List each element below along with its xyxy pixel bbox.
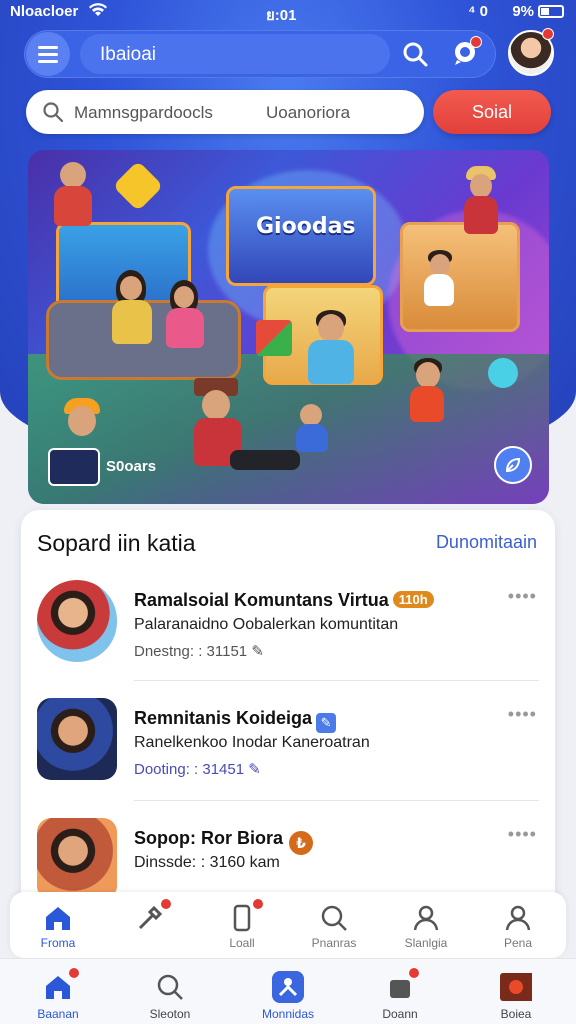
- battery-icon: [538, 5, 564, 18]
- right-booth-panel: [400, 222, 520, 332]
- pencil-icon: ✎: [251, 643, 264, 660]
- social-button[interactable]: Soial: [433, 90, 551, 134]
- search-placeholder: Mamnsgpardoocls: [74, 103, 213, 122]
- item-thumbnail: [37, 818, 117, 900]
- pencil-icon: ✎: [248, 761, 261, 778]
- section-title: Sopard iin katia: [37, 530, 196, 556]
- notification-badge: [68, 967, 80, 979]
- item-thumbnail: [37, 698, 117, 780]
- notification-badge: [160, 898, 172, 910]
- star-mascot: [112, 160, 164, 212]
- chat-button[interactable]: [450, 36, 482, 68]
- clock: ย:01: [266, 7, 297, 24]
- tab-loall[interactable]: Loall: [196, 898, 288, 954]
- bottom-tab-bar: Baanan Sleoton Monnidas Doann Boiea: [0, 958, 576, 1024]
- list-item[interactable]: Ramalsoial Komuntans Virtua 110h Palarana…: [21, 580, 555, 690]
- see-all-link[interactable]: Dunomitaain: [436, 532, 537, 553]
- app-title[interactable]: Ibaioai: [80, 34, 390, 74]
- item-meta: Dinssde: : 3160 kam: [134, 854, 280, 871]
- list-item[interactable]: Remnitanis Koideiga ✎ Ranelkenkoo Inodar …: [21, 698, 555, 808]
- item-description: Palaranaidno Oobalerkan komuntitan: [134, 616, 399, 633]
- banner-action-button[interactable]: [494, 446, 532, 484]
- upper-tab-bar: Froma Loall Pnanras Slanlgia Pena: [10, 892, 566, 958]
- tab-pnanras[interactable]: Pnanras: [288, 898, 380, 954]
- cube-toy: [256, 320, 292, 356]
- item-meta: Dnestng: : 31151 ✎: [134, 643, 264, 660]
- search-icon: [43, 102, 64, 123]
- top-app-bar: Ibaioai: [24, 30, 496, 78]
- banner-caption: S0oars: [106, 458, 157, 475]
- status-bar: Nloacloer ย:01 ⁴ 0 9%: [0, 0, 576, 24]
- menu-button[interactable]: [26, 32, 70, 76]
- search-filter-label[interactable]: Uoanoriora: [266, 103, 350, 123]
- user-avatar[interactable]: [508, 28, 554, 76]
- item-thumbnail: [37, 580, 117, 662]
- home-icon: [46, 907, 70, 930]
- tab-baanan[interactable]: Baanan: [8, 965, 108, 1021]
- notification-badge: [470, 36, 482, 48]
- search-input[interactable]: Mamnsgpardoocls Uoanoriora: [26, 90, 424, 134]
- game-icon: [500, 973, 532, 1001]
- item-description: Ranelkenkoo Inodar Kaneroatran: [134, 734, 370, 751]
- search-icon: [157, 974, 183, 1000]
- item-name: Remnitanis Koideiga ✎: [134, 708, 337, 733]
- item-name: Ramalsoial Komuntans Virtua 110h: [134, 590, 434, 611]
- tablet-icon: [48, 448, 100, 486]
- tab-sleoton[interactable]: Sleoton: [120, 965, 220, 1021]
- edit-icon: ✎: [316, 713, 337, 733]
- more-options-button[interactable]: ••••: [508, 586, 537, 607]
- item-name: Sopop: Ror Biora ₺: [134, 828, 313, 855]
- blue-mascot: [488, 358, 518, 388]
- tab-doann[interactable]: Doann: [350, 965, 450, 1021]
- community-icon: [272, 971, 304, 1003]
- notification-badge: [408, 967, 420, 979]
- coin-icon: ₺: [289, 831, 313, 855]
- avatar-badge: [542, 28, 554, 40]
- search-button[interactable]: [400, 39, 430, 69]
- banner-panel-title: Gioodas: [256, 214, 356, 239]
- search-icon: [321, 905, 347, 931]
- leaf-icon: [505, 457, 521, 473]
- status-extra: ⁴ 0: [468, 3, 488, 20]
- wifi-icon: [88, 2, 108, 22]
- hero-banner[interactable]: Gioodas S0oars: [28, 150, 549, 504]
- tab-tools[interactable]: [104, 898, 196, 954]
- user-icon: [413, 905, 439, 931]
- search-icon: [403, 42, 428, 67]
- tab-pena[interactable]: Pena: [472, 898, 564, 954]
- tab-froma[interactable]: Froma: [12, 898, 104, 954]
- item-tag: 110h: [392, 591, 434, 608]
- carrier-label: Nloacloer: [10, 3, 79, 20]
- tab-boiea[interactable]: Boiea: [466, 965, 566, 1021]
- more-options-button[interactable]: ••••: [508, 704, 537, 725]
- community-list-card: Sopard iin katia Dunomitaain Ramalsoial …: [21, 510, 555, 910]
- battery-percent: 9%: [512, 3, 534, 20]
- notification-badge: [252, 898, 264, 910]
- hamburger-icon: [38, 45, 58, 49]
- divider: [134, 800, 539, 801]
- more-options-button[interactable]: ••••: [508, 824, 537, 845]
- tab-slanlgia[interactable]: Slanlgia: [380, 898, 472, 954]
- profile-icon: [505, 905, 531, 931]
- item-meta: Dooting: : 31451 ✎: [134, 761, 261, 778]
- divider: [134, 680, 539, 681]
- tab-monnidas[interactable]: Monnidas: [238, 965, 338, 1021]
